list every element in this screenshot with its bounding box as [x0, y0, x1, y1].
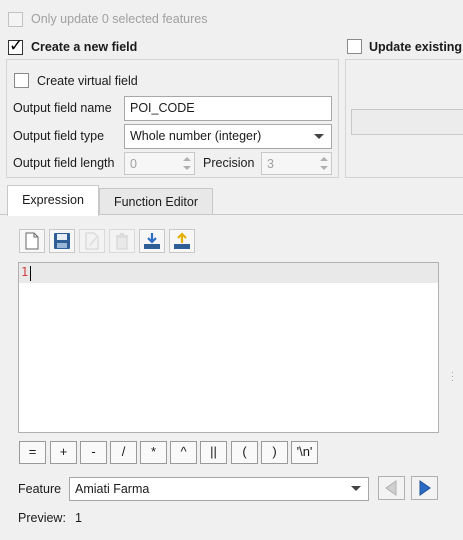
- output-field-type-select[interactable]: Whole number (integer): [124, 124, 332, 149]
- export-icon: [174, 232, 190, 249]
- expression-editor[interactable]: 1: [18, 262, 439, 433]
- output-field-length-value: 0: [130, 157, 137, 171]
- preview-label: Preview:: [18, 511, 66, 525]
- text-caret: [30, 266, 31, 281]
- feature-select[interactable]: Amiati Farma: [69, 477, 369, 501]
- line-number: 1: [21, 265, 29, 279]
- chevron-down-icon: [351, 486, 361, 491]
- operator-equals-button[interactable]: =: [19, 441, 46, 464]
- operator-multiply-button[interactable]: *: [140, 441, 167, 464]
- export-expression-button[interactable]: [169, 229, 195, 253]
- save-expression-button[interactable]: [49, 229, 75, 253]
- spin-up-icon[interactable]: [320, 157, 328, 161]
- operator-plus-button[interactable]: +: [50, 441, 77, 464]
- edit-expression-button[interactable]: [79, 229, 105, 253]
- tab-function-editor[interactable]: Function Editor: [99, 188, 213, 214]
- update-existing-checkbox[interactable]: [347, 39, 362, 54]
- create-new-field-checkbox[interactable]: [8, 36, 23, 56]
- output-field-length-spinbox[interactable]: 0: [124, 152, 195, 175]
- current-line-highlight: [19, 263, 438, 283]
- only-update-selected-label: Only update 0 selected features: [31, 12, 208, 26]
- output-field-name-label: Output field name: [13, 101, 112, 115]
- next-feature-button[interactable]: [411, 476, 438, 500]
- splitter-handle-icon[interactable]: · · ·: [451, 368, 454, 385]
- triangle-left-icon: [385, 480, 397, 496]
- import-expression-button[interactable]: [139, 229, 165, 253]
- operator-divide-button[interactable]: /: [110, 441, 137, 464]
- output-field-type-value: Whole number (integer): [130, 129, 262, 143]
- delete-expression-button[interactable]: [109, 229, 135, 253]
- operator-open-paren-button[interactable]: (: [231, 441, 258, 464]
- new-expression-button[interactable]: [19, 229, 45, 253]
- new-file-icon: [25, 232, 39, 250]
- operator-minus-button[interactable]: -: [80, 441, 107, 464]
- operator-power-button[interactable]: ^: [170, 441, 197, 464]
- virtual-field-label: Create virtual field: [37, 74, 138, 88]
- existing-field-select[interactable]: [351, 109, 463, 135]
- operator-close-paren-button[interactable]: ): [261, 441, 288, 464]
- feature-label: Feature: [18, 482, 62, 496]
- output-field-name-input[interactable]: POI_CODE: [124, 96, 332, 121]
- operator-concat-button[interactable]: ||: [200, 441, 227, 464]
- triangle-right-icon: [419, 480, 431, 496]
- tab-expression[interactable]: Expression: [7, 185, 99, 216]
- save-icon: [54, 233, 70, 249]
- preview-value: 1: [75, 511, 82, 525]
- precision-spinbox[interactable]: 3: [261, 152, 332, 175]
- output-field-length-label: Output field length: [13, 156, 115, 170]
- update-existing-label: Update existing: [369, 40, 463, 54]
- import-icon: [144, 233, 160, 249]
- precision-label: Precision: [203, 156, 255, 170]
- previous-feature-button[interactable]: [378, 476, 405, 500]
- create-new-field-label: Create a new field: [31, 40, 138, 54]
- only-update-selected-checkbox[interactable]: [8, 12, 23, 27]
- spin-down-icon[interactable]: [183, 166, 191, 170]
- delete-icon: [116, 233, 128, 250]
- spin-down-icon[interactable]: [320, 166, 328, 170]
- feature-value: Amiati Farma: [75, 482, 150, 496]
- operator-newline-button[interactable]: '\n': [291, 441, 318, 464]
- edit-icon: [85, 232, 99, 250]
- spin-up-icon[interactable]: [183, 157, 191, 161]
- chevron-down-icon: [314, 134, 324, 139]
- precision-value: 3: [267, 157, 274, 171]
- output-field-type-label: Output field type: [13, 129, 105, 143]
- virtual-field-checkbox[interactable]: [14, 73, 29, 88]
